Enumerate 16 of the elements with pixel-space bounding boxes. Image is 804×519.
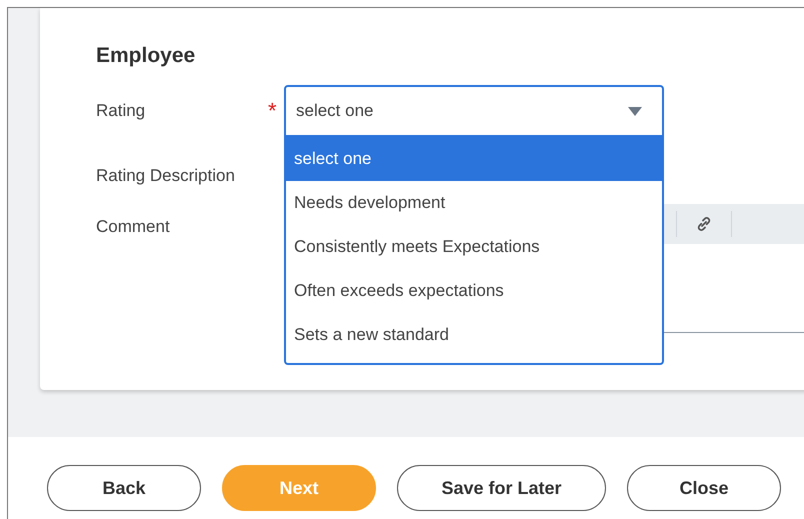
required-asterisk: * [268, 100, 278, 122]
dropdown-option[interactable]: Consistently meets Expectations [286, 225, 662, 269]
dropdown-option[interactable]: select one [286, 137, 662, 181]
field-label: Rating Description [96, 166, 236, 186]
field-label: Comment [96, 216, 171, 237]
footer-button[interactable]: Back [47, 465, 201, 511]
footer-button[interactable]: Save for Later [397, 465, 606, 511]
caret-icon [628, 106, 642, 116]
footer-button[interactable]: Close [627, 465, 781, 511]
dropdown-option[interactable]: Needs development [286, 181, 662, 225]
field-label: Rating [96, 101, 146, 121]
rating-dropdown[interactable]: select one [284, 85, 664, 137]
dropdown-option[interactable]: Often exceeds expectations [286, 269, 662, 313]
link-icon[interactable] [696, 216, 712, 232]
section-title: Employee [96, 43, 196, 69]
dropdown-option[interactable]: Sets a new standard [286, 313, 662, 357]
